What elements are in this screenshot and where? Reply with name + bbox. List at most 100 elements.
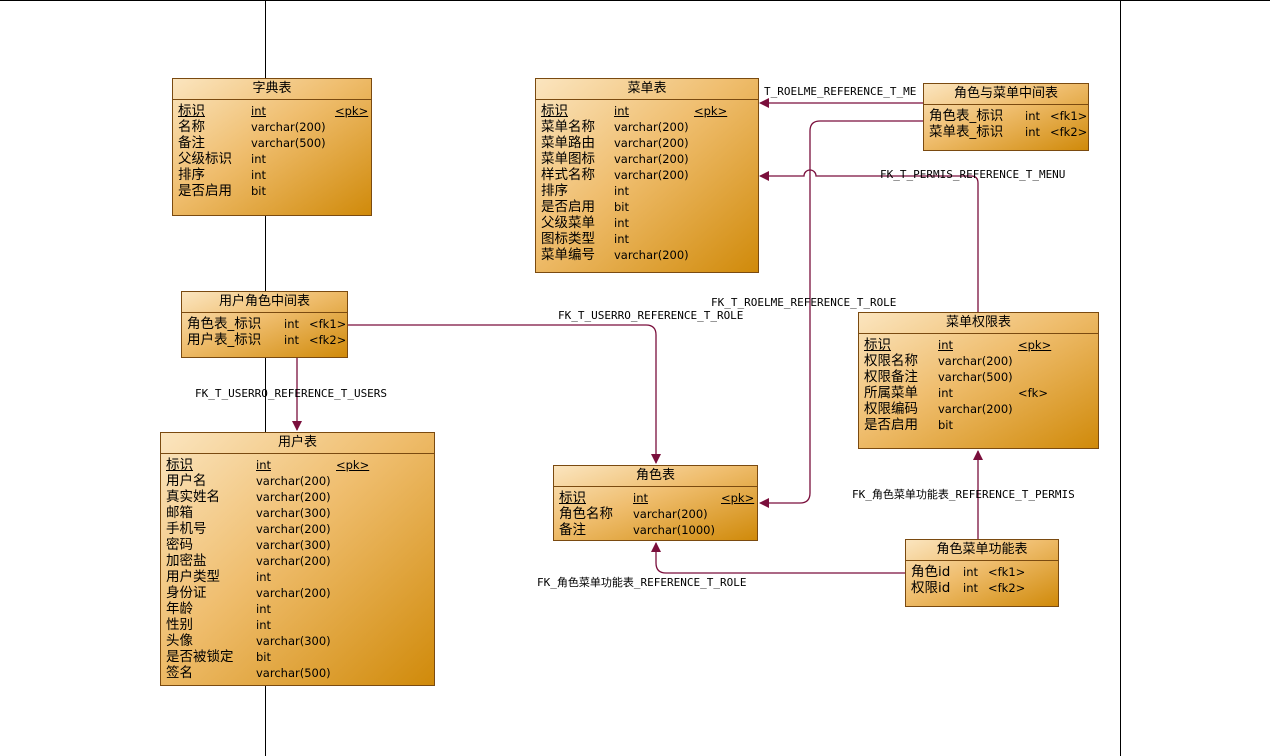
column-type: varchar(500) [251,136,326,150]
entity-user-role-link-table[interactable]: 用户角色中间表 角色表_标识 int <fk1> 用户表_标识 int <fk2> [181,291,348,358]
column-name: 用户名 [166,473,207,489]
column-name: 标识 [166,457,193,473]
column-name: 菜单表_标识 [929,124,1004,140]
column-type: int [256,618,271,632]
entity-role-menu-link-table[interactable]: 角色与菜单中间表 角色表_标识 int <fk1> 菜单表_标识 int <fk2> [923,83,1089,151]
column-type: int [614,184,629,198]
column-type: varchar(200) [256,522,331,536]
column-type: varchar(500) [256,666,331,680]
column-name: 用户类型 [166,569,220,585]
column-type: varchar(200) [614,152,689,166]
column-type: int [633,491,648,505]
column-name: 权限名称 [864,353,918,369]
column-name: 密码 [166,537,193,553]
column-type: varchar(200) [938,402,1013,416]
column-name: 角色名称 [559,506,613,522]
column-type: int [614,104,629,118]
column-name: 权限编码 [864,401,918,417]
rel-label-permis-menu: FK_T_PERMIS_REFERENCE_T_MENU [880,168,1066,181]
column-name: 名称 [178,119,205,135]
column-key: <pk> [336,458,370,472]
column-name: 菜单图标 [541,151,595,167]
column-type: varchar(200) [614,120,689,134]
column-type: int [251,168,266,182]
rel-label-userro-role: FK_T_USERRO_REFERENCE_T_ROLE [558,309,744,322]
column-type: varchar(1000) [633,523,715,537]
column-key: <fk1> [988,565,1026,579]
column-type: int [284,317,299,331]
column-type: bit [938,418,954,432]
entity-role-table[interactable]: 角色表标识 int <pk> 角色名称 varchar(200) 备注 varchar(10… [553,465,758,541]
column-key: <pk> [694,104,728,118]
entity-title: 角色与菜单中间表 [924,84,1088,105]
column-type: varchar(300) [256,538,331,552]
column-type: varchar(300) [256,506,331,520]
column-type: varchar(200) [614,168,689,182]
entity-title: 角色表 [554,466,757,487]
rel-label-roelme-menu: T_ROELME_REFERENCE_T_ME [764,85,917,98]
column-name: 邮箱 [166,505,193,521]
rel-label-userro-users: FK_T_USERRO_REFERENCE_T_USERS [195,387,388,400]
column-type: int [1025,125,1040,139]
column-type: int [938,386,953,400]
column-key: <fk2> [309,333,347,347]
column-name: 标识 [559,490,586,506]
column-type: bit [251,184,267,198]
entity-title: 菜单表 [536,79,758,100]
rel-line-rp-role[interactable] [651,542,905,574]
column-name: 年龄 [166,601,193,617]
column-key: <pk> [1018,338,1052,352]
column-name: 标识 [541,103,568,119]
entity-role-permission-table[interactable]: 角色菜单功能表 角色id int <fk1> 权限id int <fk2> [905,539,1059,607]
column-type: int [251,152,266,166]
column-type: varchar(200) [633,507,708,521]
column-name: 角色表_标识 [187,316,262,332]
entity-menu-table[interactable]: 菜单表 标识 int <pk> 菜单名称 varchar(200) 菜单路由 varchar(… [535,78,759,273]
column-name: 真实姓名 [166,489,220,505]
column-name: 图标类型 [541,231,595,247]
column-name: 备注 [559,522,586,538]
column-type: int [614,232,629,246]
column-type: int [256,458,271,472]
column-name: 角色表_标识 [929,108,1004,124]
column-name: 角色id [911,564,951,580]
column-name: 用户表_标识 [187,332,262,348]
column-type: varchar(200) [614,248,689,262]
rel-line-permis-menu[interactable] [759,169,979,312]
column-name: 父级标识 [178,151,232,167]
rel-label-rp-permis: FK_角色菜单功能表_REFERENCE_T_PERMIS [852,488,1075,501]
column-name: 排序 [541,183,568,199]
entity-users-table[interactable]: 用户表标识 int <pk> 用户名 varchar(200) 真实姓名 varchar(2… [160,432,435,686]
column-type: varchar(200) [938,354,1013,368]
column-name: 菜单路由 [541,135,595,151]
column-type: varchar(200) [256,586,331,600]
column-type: bit [614,200,630,214]
column-name: 签名 [166,665,193,681]
column-name: 是否启用 [178,183,232,199]
entity-dict-table[interactable]: 字典表 标识 int <pk> 名称 varchar(200) 备注 varchar(500)… [172,78,372,216]
column-name: 是否启用 [541,199,595,215]
entity-title: 用户表 [161,433,434,454]
column-name: 性别 [166,617,193,633]
column-name: 加密盐 [166,553,207,569]
column-type: int [251,104,266,118]
column-key: <fk2> [1050,125,1088,139]
column-key: <pk> [721,491,755,505]
column-type: varchar(200) [614,136,689,150]
column-name: 权限备注 [864,369,918,385]
rel-label-roelme-role: FK_T_ROELME_REFERENCE_T_ROLE [711,296,897,309]
entity-menu-permission-table[interactable]: 菜单权限表 标识 int <pk> 权限名称 varchar(200) 权限备注 varcha… [858,312,1099,449]
column-key: <fk2> [988,581,1026,595]
column-type: int [256,602,271,616]
column-type: int [938,338,953,352]
column-name: 父级菜单 [541,215,595,231]
column-type: int [963,565,978,579]
entity-title: 角色菜单功能表 [906,540,1058,561]
column-key: <fk1> [309,317,347,331]
column-type: varchar(200) [256,474,331,488]
column-type: int [284,333,299,347]
rel-label-rp-role: FK_角色菜单功能表_REFERENCE_T_ROLE [537,576,747,589]
column-name: 所属菜单 [864,385,918,401]
column-type: varchar(500) [938,370,1013,384]
column-name: 是否被锁定 [166,649,234,665]
